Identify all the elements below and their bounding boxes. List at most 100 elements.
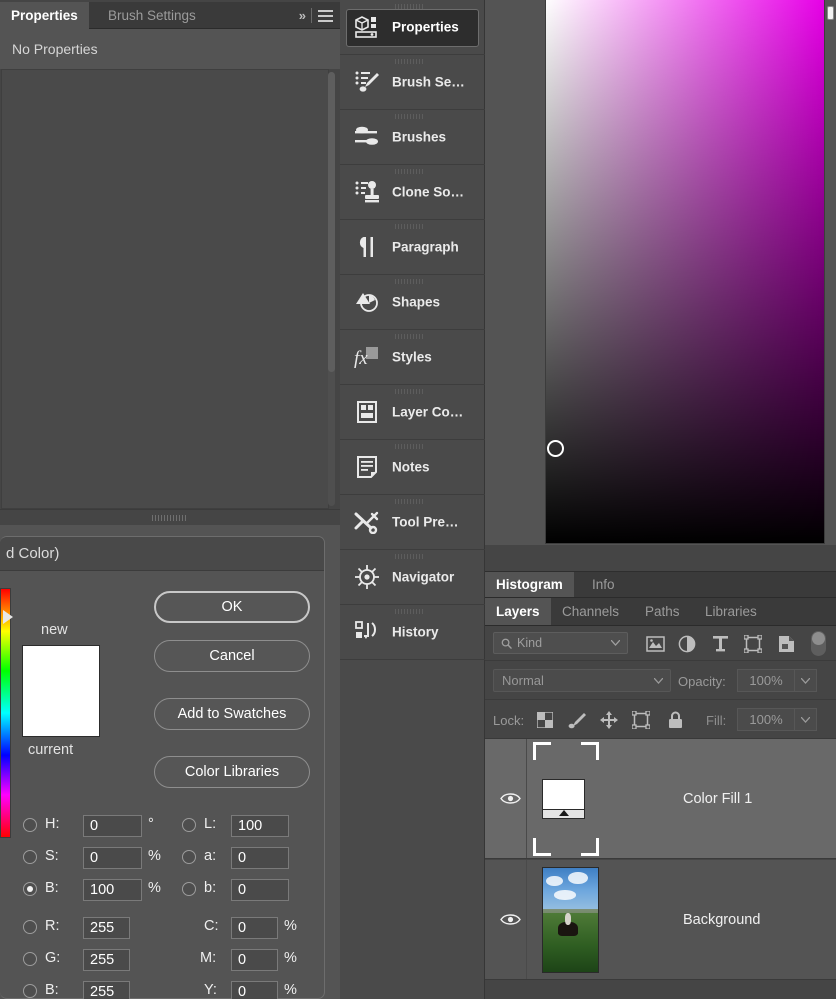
- tab-paths[interactable]: Paths: [634, 598, 691, 625]
- hsb-s-input[interactable]: 0: [83, 847, 142, 869]
- panel-menu-item-clone-source[interactable]: Clone So…: [340, 165, 485, 220]
- tab-brush-settings[interactable]: Brush Settings: [97, 2, 207, 29]
- cmyk-m-label: M:: [200, 950, 217, 966]
- drag-grip[interactable]: [395, 224, 425, 229]
- lab-l-input[interactable]: 100: [231, 815, 289, 837]
- opacity-input[interactable]: 100%: [737, 669, 795, 692]
- hsb-h-radio[interactable]: [23, 818, 37, 832]
- eye-icon[interactable]: [499, 791, 521, 807]
- drag-grip[interactable]: [395, 59, 425, 64]
- edge-marker[interactable]: [827, 6, 834, 20]
- type-layer-filter-icon[interactable]: [710, 634, 730, 653]
- eye-icon[interactable]: [499, 912, 521, 928]
- opacity-dropdown-chevron-down-icon[interactable]: [795, 669, 817, 692]
- fill-input[interactable]: 100%: [737, 708, 795, 731]
- lock-image-pixels-icon[interactable]: [567, 710, 587, 730]
- panel-menu-item-navigator[interactable]: Navigator: [340, 550, 485, 605]
- hsb-b-input[interactable]: 100: [83, 879, 142, 901]
- hsb-h-input[interactable]: 0: [83, 815, 142, 837]
- color-field-cursor[interactable]: [547, 440, 564, 457]
- panel-menu-item-shapes[interactable]: Shapes: [340, 275, 485, 330]
- rgb-g-radio[interactable]: [23, 952, 37, 966]
- background-photo-thumbnail[interactable]: [542, 866, 599, 973]
- filter-toggle-switch[interactable]: [811, 631, 826, 656]
- color-libraries-button[interactable]: Color Libraries: [154, 756, 310, 788]
- layer-thumbnail[interactable]: [533, 863, 599, 977]
- adjustment-layer-filter-icon[interactable]: [677, 634, 697, 653]
- hue-slider-marker[interactable]: [3, 610, 13, 624]
- panel-menu-item-notes[interactable]: Notes: [340, 440, 485, 495]
- lock-transparent-pixels-icon[interactable]: [535, 710, 555, 730]
- tab-histogram[interactable]: Histogram: [485, 572, 574, 597]
- layer-thumbnail-selected[interactable]: [533, 741, 599, 856]
- add-to-swatches-button[interactable]: Add to Swatches: [154, 698, 310, 730]
- cmyk-m-input[interactable]: 0: [231, 949, 278, 971]
- drag-grip[interactable]: [395, 279, 425, 284]
- smart-object-filter-icon[interactable]: [776, 634, 796, 653]
- shape-layer-filter-icon[interactable]: [743, 634, 763, 653]
- hamburger-menu-icon[interactable]: [318, 8, 333, 23]
- table-row[interactable]: Color Fill 1: [485, 739, 836, 859]
- panel-menu-item-tool-presets[interactable]: Tool Pre…: [340, 495, 485, 550]
- rgb-b-label: B:: [45, 982, 59, 998]
- panel-menu-item-brush-settings[interactable]: Brush Se…: [340, 55, 485, 110]
- tab-channels[interactable]: Channels: [551, 598, 630, 625]
- hsb-b-unit: %: [148, 880, 161, 896]
- lock-artboard-nesting-icon[interactable]: [631, 710, 651, 730]
- panel-menu-item-brushes[interactable]: Brushes: [340, 110, 485, 165]
- panel-resize-grip[interactable]: [152, 515, 188, 521]
- drag-grip[interactable]: [395, 334, 425, 339]
- drag-grip[interactable]: [395, 114, 425, 119]
- lock-all-icon[interactable]: [665, 710, 685, 730]
- drag-grip[interactable]: [395, 389, 425, 394]
- lab-a-radio[interactable]: [182, 850, 196, 864]
- kind-label: Kind: [517, 636, 543, 650]
- lab-b-input[interactable]: 0: [231, 879, 289, 901]
- lab-b-radio[interactable]: [182, 882, 196, 896]
- hue-slider[interactable]: [0, 588, 11, 838]
- panel-menu-item-styles[interactable]: fx Styles: [340, 330, 485, 385]
- drag-grip[interactable]: [395, 609, 425, 614]
- tab-libraries[interactable]: Libraries: [694, 598, 768, 625]
- drag-grip[interactable]: [395, 499, 425, 504]
- rgb-b-radio[interactable]: [23, 984, 37, 998]
- solid-color-fill-thumbnail[interactable]: [542, 778, 585, 819]
- rgb-r-input[interactable]: 255: [83, 917, 130, 939]
- hsb-b-radio[interactable]: [23, 882, 37, 896]
- rgb-g-input[interactable]: 255: [83, 949, 130, 971]
- pixel-layer-filter-icon[interactable]: [645, 634, 665, 653]
- hsb-s-radio[interactable]: [23, 850, 37, 864]
- drag-grip[interactable]: [395, 169, 425, 174]
- lock-position-icon[interactable]: [599, 710, 619, 730]
- lab-a-input[interactable]: 0: [231, 847, 289, 869]
- navigator-icon: [352, 563, 382, 591]
- panel-menu-item-layer-comps[interactable]: Layer Co…: [340, 385, 485, 440]
- lab-l-radio[interactable]: [182, 818, 196, 832]
- panel-menu-label: Navigator: [392, 569, 455, 585]
- properties-empty-label: No Properties: [12, 41, 98, 57]
- color-swatch-preview[interactable]: [22, 645, 100, 737]
- panel-menu-item-history[interactable]: History: [340, 605, 485, 660]
- panel-menu-item-properties[interactable]: Properties: [340, 0, 485, 55]
- tab-info[interactable]: Info: [581, 572, 626, 597]
- fill-dropdown-chevron-down-icon[interactable]: [795, 708, 817, 731]
- cancel-button[interactable]: Cancel: [154, 640, 310, 672]
- histogram-tab-bar: Histogram Info: [485, 571, 836, 598]
- cmyk-c-input[interactable]: 0: [231, 917, 278, 939]
- rgb-b-input[interactable]: 255: [83, 981, 130, 999]
- blend-mode-select[interactable]: Normal: [493, 669, 671, 692]
- expand-panels-icon[interactable]: »: [299, 2, 306, 29]
- table-row[interactable]: Background: [485, 860, 836, 980]
- panel-menu-item-paragraph[interactable]: Paragraph: [340, 220, 485, 275]
- drag-grip[interactable]: [395, 444, 425, 449]
- tab-layers[interactable]: Layers: [485, 598, 551, 625]
- rgb-r-radio[interactable]: [23, 920, 37, 934]
- cmyk-y-input[interactable]: 0: [231, 981, 278, 999]
- drag-grip[interactable]: [395, 554, 425, 559]
- selection-bracket: [533, 837, 551, 856]
- layer-filter-kind-select[interactable]: Kind: [493, 632, 628, 654]
- ok-button[interactable]: OK: [154, 591, 310, 623]
- properties-scrollbar-thumb[interactable]: [328, 72, 335, 372]
- saturation-brightness-field[interactable]: [545, 0, 825, 544]
- tab-properties[interactable]: Properties: [0, 2, 89, 29]
